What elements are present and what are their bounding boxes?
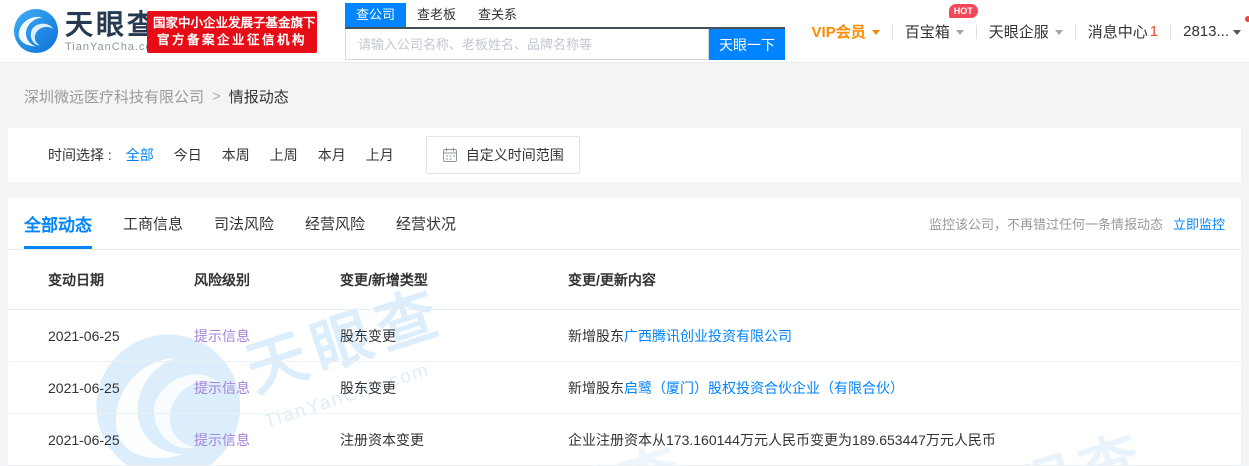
search-button[interactable]: 天眼一下 (709, 29, 785, 60)
time-option-last-week[interactable]: 上周 (270, 145, 298, 165)
table-header: 变动日期 风险级别 变更/新增类型 变更/更新内容 (8, 250, 1241, 310)
cell-risk-level: 提示信息 (194, 327, 250, 344)
table-row: 2021-06-25 提示信息 注册资本变更 企业注册资本从173.160144… (8, 414, 1241, 466)
tab-business-info[interactable]: 工商信息 (123, 198, 183, 249)
breadcrumb: 深圳微远医疗科技有限公司 > 情报动态 (24, 86, 289, 107)
time-option-today[interactable]: 今日 (174, 145, 202, 165)
custom-time-range-button[interactable]: 自定义时间范围 (425, 136, 580, 174)
certification-badge: 国家中小企业发展子基金旗下 官方备案企业征信机构 (147, 11, 317, 53)
cell-change-type: 股东变更 (340, 379, 396, 396)
search-tab-company[interactable]: 查公司 (345, 3, 407, 27)
breadcrumb-separator: > (212, 88, 221, 105)
col-change-content: 变更/更新内容 (568, 271, 656, 288)
col-change-date: 变动日期 (48, 271, 104, 288)
calendar-icon (442, 147, 458, 163)
activity-tabbar: 全部动态 工商信息 司法风险 经营风险 经营状况 监控该公司，不再错过任何一条情… (8, 198, 1241, 250)
time-filter-options: 全部 今日 本周 上周 本月 上月 (126, 145, 414, 165)
chevron-down-icon (1054, 29, 1063, 39)
search-tab-boss[interactable]: 查老板 (406, 3, 467, 27)
search-area: 查公司 查老板 查关系 天眼一下 (345, 3, 785, 60)
nav-vip[interactable]: VIP会员 (800, 21, 892, 42)
breadcrumb-current-page: 情报动态 (228, 89, 289, 106)
time-option-all[interactable]: 全部 (126, 145, 154, 165)
header-nav: VIP会员 百宝箱 HOT 天眼企服 消息中心 1 2813... (800, 0, 1249, 63)
cell-change-type: 股东变更 (340, 327, 396, 344)
table-row: 2021-06-25 提示信息 股东变更 新增股东启鹭（厦门）股权投资合伙企业（… (8, 362, 1241, 414)
nav-message-center[interactable]: 消息中心 1 (1076, 21, 1170, 42)
tab-all-activity[interactable]: 全部动态 (24, 198, 92, 249)
tab-operation-status[interactable]: 经营状况 (396, 198, 456, 249)
cell-content: 新增股东启鹭（厦门）股权投资合伙企业（有限合伙） (568, 379, 904, 396)
time-filter-label: 时间选择 : (48, 147, 112, 163)
time-option-this-month[interactable]: 本月 (318, 145, 346, 165)
cell-risk-level: 提示信息 (194, 431, 250, 448)
notification-dot (1245, 16, 1249, 22)
search-tab-relation[interactable]: 查关系 (467, 3, 528, 27)
monitor-hint: 监控该公司，不再错过任何一条情报动态 (928, 217, 1163, 232)
tab-judicial-risk[interactable]: 司法风险 (214, 198, 274, 249)
tianyancha-logo[interactable]: 天眼查 TianYanCha.com (13, 8, 163, 54)
col-change-type: 变更/新增类型 (340, 271, 428, 288)
time-option-last-month[interactable]: 上月 (366, 145, 394, 165)
monitor-area: 监控该公司，不再错过任何一条情报动态 立即监控 (929, 214, 1225, 233)
activity-card: 天眼查 TianYanCha.com 天眼查 TianYanCha.com 天眼… (8, 198, 1241, 466)
search-tabs: 查公司 查老板 查关系 (345, 3, 785, 29)
nav-user-account[interactable]: 2813... (1171, 16, 1249, 40)
chevron-down-icon (955, 29, 964, 39)
hot-badge: HOT (948, 4, 978, 18)
col-risk-level: 风险级别 (194, 271, 250, 288)
chevron-down-icon (1233, 30, 1241, 39)
time-filter-card: 时间选择 : 全部 今日 本周 上周 本月 上月 自定义时间范围 (8, 128, 1241, 182)
cell-date: 2021-06-25 (48, 431, 120, 448)
monitor-now-link[interactable]: 立即监控 (1173, 214, 1225, 233)
message-count-badge: 1 (1149, 23, 1159, 40)
cell-risk-level: 提示信息 (194, 379, 250, 396)
company-link[interactable]: 启鹭（厦门）股权投资合伙企业（有限合伙） (624, 380, 904, 396)
tab-operation-risk[interactable]: 经营风险 (305, 198, 365, 249)
company-link[interactable]: 广西腾讯创业投资有限公司 (624, 328, 792, 344)
nav-toolbox[interactable]: 百宝箱 HOT (893, 4, 978, 42)
cell-content: 企业注册资本从173.160144万元人民币变更为189.653447万元人民币 (568, 431, 996, 448)
time-option-this-week[interactable]: 本周 (222, 145, 250, 165)
search-input[interactable] (345, 29, 709, 60)
cert-badge-line2: 官方备案企业征信机构 (156, 33, 307, 47)
top-header: 天眼查 TianYanCha.com 国家中小企业发展子基金旗下 官方备案企业征… (0, 0, 1249, 63)
cell-date: 2021-06-25 (48, 327, 120, 344)
breadcrumb-company-link[interactable]: 深圳微远医疗科技有限公司 (24, 86, 204, 107)
cert-badge-line1: 国家中小企业发展子基金旗下 (153, 16, 316, 30)
table-row: 2021-06-25 提示信息 股东变更 新增股东广西腾讯创业投资有限公司 (8, 310, 1241, 362)
cell-date: 2021-06-25 (48, 379, 120, 396)
tianyancha-swirl-icon (13, 8, 59, 54)
chevron-down-icon (871, 29, 880, 39)
nav-enterprise-service[interactable]: 天眼企服 (977, 21, 1075, 42)
cell-content: 新增股东广西腾讯创业投资有限公司 (568, 327, 792, 344)
cell-change-type: 注册资本变更 (340, 431, 424, 448)
